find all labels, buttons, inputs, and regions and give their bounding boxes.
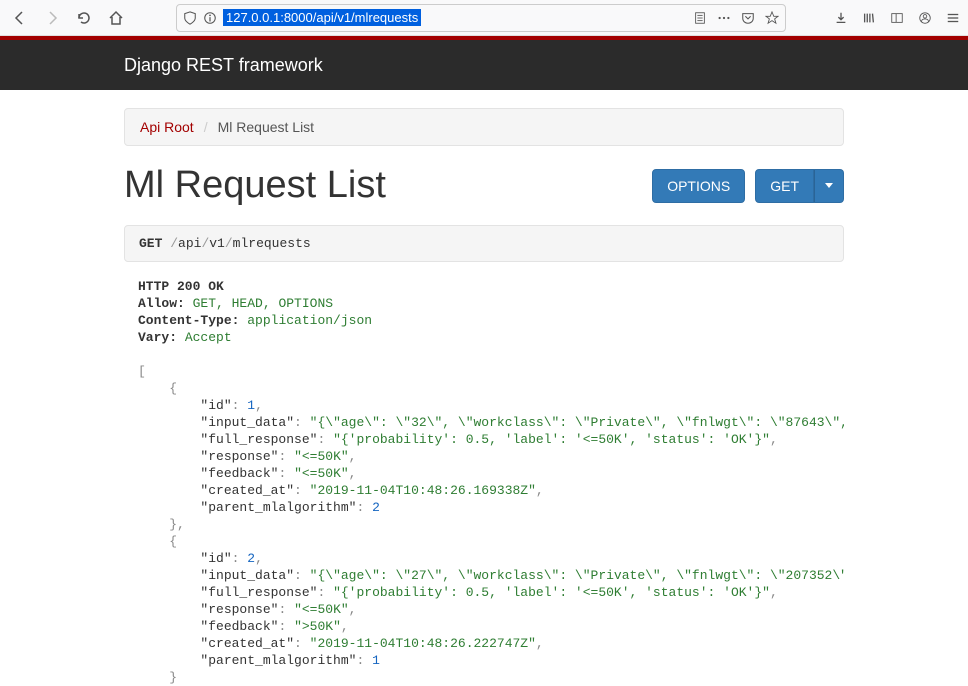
breadcrumb-current: Ml Request List (218, 119, 314, 135)
reader-icon[interactable] (693, 11, 707, 25)
back-button[interactable] (8, 6, 32, 30)
url-bar[interactable]: 127.0.0.1:8000/api/v1/mlrequests (176, 4, 786, 32)
caret-down-icon (825, 183, 833, 188)
star-icon[interactable] (765, 11, 779, 25)
reload-button[interactable] (72, 6, 96, 30)
breadcrumb-separator: / (204, 119, 208, 135)
breadcrumb: Api Root / Ml Request List (124, 108, 844, 146)
options-button[interactable]: OPTIONS (652, 169, 745, 203)
menu-icon[interactable] (946, 11, 960, 25)
brand-text[interactable]: Django REST framework (124, 55, 323, 76)
url-text: 127.0.0.1:8000/api/v1/mlrequests (223, 9, 421, 26)
pocket-icon[interactable] (741, 11, 755, 25)
home-button[interactable] (104, 6, 128, 30)
sidebar-icon[interactable] (890, 11, 904, 25)
account-icon[interactable] (918, 11, 932, 25)
browser-toolbar: 127.0.0.1:8000/api/v1/mlrequests (0, 0, 968, 36)
shield-icon (183, 11, 197, 25)
request-method: GET (139, 236, 162, 251)
library-icon[interactable] (862, 11, 876, 25)
request-line: GET /api/v1/mlrequests (124, 225, 844, 262)
page-title: Ml Request List (124, 164, 652, 207)
forward-button[interactable] (40, 6, 64, 30)
download-icon[interactable] (834, 11, 848, 25)
more-icon[interactable] (717, 11, 731, 25)
get-dropdown-toggle[interactable] (814, 169, 844, 203)
info-icon (203, 11, 217, 25)
breadcrumb-root[interactable]: Api Root (140, 119, 194, 135)
response-body: HTTP 200 OK Allow: GET, HEAD, OPTIONS Co… (124, 278, 844, 686)
get-button[interactable]: GET (755, 169, 814, 203)
drf-header: Django REST framework (0, 40, 968, 90)
